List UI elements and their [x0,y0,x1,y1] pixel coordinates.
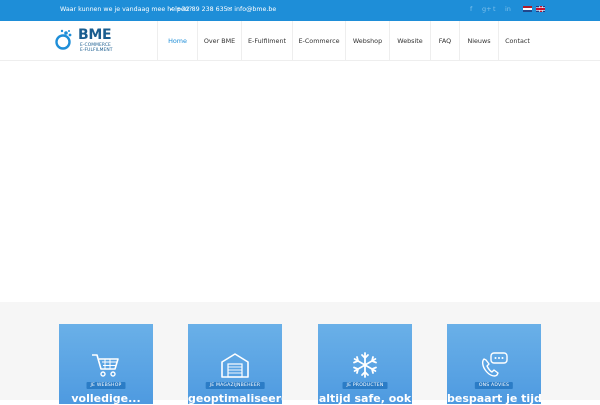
service-tag: Je producten [342,382,388,389]
nav-item-nieuws[interactable]: Nieuws [459,21,498,61]
nav-item-over-bme[interactable]: Over BME [197,21,241,61]
service-card-advies[interactable]: Ons advies bespaart je tijd [447,324,541,405]
nav-item-faq[interactable]: FAQ [430,21,459,61]
hero-area [0,61,600,302]
site-header: BME E-COMMERCE E-FULFILMENT Home Over BM… [0,21,600,61]
nav-item-e-fulfilment[interactable]: E-Fulfilment [241,21,292,61]
logo-mark-icon [55,29,72,50]
google-plus-icon[interactable]: g+ [482,5,492,13]
service-tag: Je magazijnbeheer [205,382,265,389]
nav-item-home[interactable]: Home [157,21,197,61]
nav-item-website[interactable]: Website [389,21,430,61]
flag-nl-icon[interactable] [523,6,532,12]
flag-en-icon[interactable] [536,6,545,12]
email-address: info@bme.be [234,6,277,13]
service-headline: volledige... [71,392,141,405]
facebook-icon[interactable]: f [470,5,472,13]
service-tag: Je webshop [86,382,126,389]
phone-icon: ✓ [169,6,175,13]
linkedin-icon[interactable]: in [505,5,511,13]
chat-phone-icon [481,352,508,377]
logo-subtitle: E-FULFILMENT [80,48,113,53]
service-card-webshop[interactable]: Je webshop volledige... [59,324,153,405]
service-headline: altijd safe, ook [318,392,412,405]
service-headline: bespaart je tijd [447,392,541,405]
service-tag: Ons advies [474,382,514,389]
warehouse-icon [221,353,249,378]
twitter-icon[interactable]: t [493,5,496,13]
nav-item-webshop[interactable]: Webshop [345,21,389,61]
top-bar: Waar kunnen we je vandaag mee helpen? ✓ +… [0,0,600,21]
nav-item-contact[interactable]: Contact [498,21,536,61]
mail-icon: ✉ [227,6,233,13]
service-headline: geoptimaliseerd [188,392,282,405]
services-section: Je webshop volledige... Je magazijnbehee… [0,302,600,405]
phone-link[interactable]: ✓ +32 89 238 635 [169,6,228,13]
email-link[interactable]: ✉ info@bme.be [227,6,276,13]
snowflake-icon [353,352,377,378]
phone-number: +32 89 238 635 [176,6,228,13]
nav-item-e-commerce[interactable]: E-Commerce [292,21,345,61]
shopping-cart-icon [92,354,119,377]
service-card-producten[interactable]: Je producten altijd safe, ook [318,324,412,405]
logo-title: BME [78,27,112,43]
service-card-magazijnbeheer[interactable]: Je magazijnbeheer geoptimaliseerd [188,324,282,405]
